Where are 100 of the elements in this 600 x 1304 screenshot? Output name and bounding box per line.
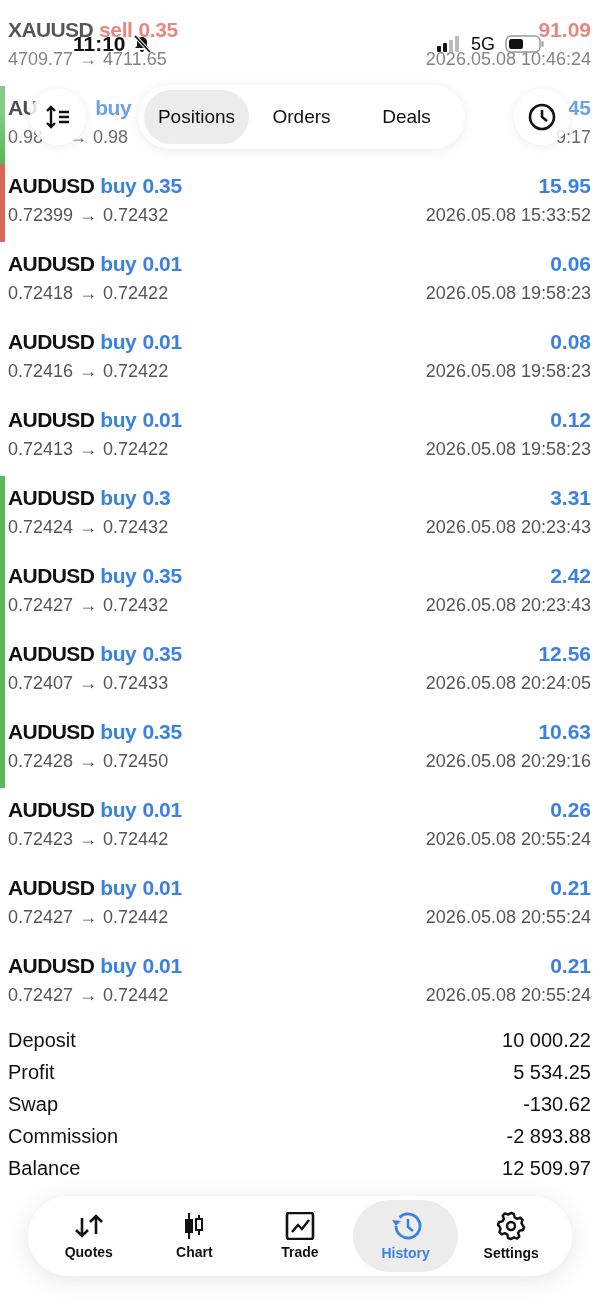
deal-type: buy bbox=[100, 252, 137, 276]
arrow: → bbox=[79, 282, 98, 304]
open-price: 0.72413 bbox=[8, 438, 74, 460]
open-price: 0.72424 bbox=[8, 516, 74, 538]
arrow: → bbox=[79, 594, 98, 616]
deal-time: 2026.05.08 19:58:23 bbox=[425, 282, 591, 304]
sort-icon bbox=[45, 105, 71, 129]
summary-label: Commission bbox=[8, 1124, 119, 1148]
deal-time: 9:17 bbox=[555, 126, 591, 148]
profit: 10.63 bbox=[538, 720, 591, 744]
volume: 0.01 bbox=[142, 408, 182, 432]
deal-type: buy bbox=[100, 720, 137, 744]
signal-icon bbox=[437, 36, 461, 52]
symbol: AUDUSD bbox=[8, 954, 95, 978]
volume: 0.35 bbox=[138, 18, 178, 42]
deal-time: 2026.05.08 19:58:23 bbox=[425, 438, 591, 460]
symbol: AUDUSD bbox=[8, 876, 95, 900]
profit: 3.31 bbox=[550, 486, 591, 510]
symbol: AUDUSD bbox=[8, 642, 95, 666]
volume: 0.01 bbox=[142, 330, 182, 354]
profit: 0.26 bbox=[550, 798, 591, 822]
summary-value: 10 000.22 bbox=[502, 1029, 591, 1053]
open-price: 0.72427 bbox=[8, 984, 74, 1006]
close-price: 0.98 bbox=[93, 126, 129, 148]
line-chart-icon bbox=[285, 1212, 315, 1240]
volume: 0.01 bbox=[142, 252, 182, 276]
history-icon bbox=[389, 1211, 422, 1241]
close-price: 0.72433 bbox=[103, 672, 169, 694]
volume: 0.01 bbox=[142, 954, 182, 978]
arrow: → bbox=[79, 360, 98, 382]
summary-value: -130.62 bbox=[523, 1093, 591, 1116]
deal-time: 2026.05.08 15:33:52 bbox=[425, 204, 591, 226]
open-price: 0.98 bbox=[8, 126, 44, 148]
close-price: 0.72422 bbox=[103, 282, 169, 304]
deal-time: 2026.05.08 20:23:43 bbox=[425, 594, 591, 616]
volume: 0.01 bbox=[142, 876, 182, 900]
close-price: 0.72450 bbox=[103, 750, 169, 772]
summary-value: 12 509.97 bbox=[502, 1156, 591, 1180]
open-price: 0.72427 bbox=[8, 906, 74, 928]
open-price: 0.72428 bbox=[8, 750, 74, 772]
profit: 15.95 bbox=[538, 174, 591, 198]
deal-type: buy bbox=[100, 408, 137, 432]
nav-tab[interactable]: Settings bbox=[458, 1200, 564, 1272]
deal-time: 2026.05.08 20:23:43 bbox=[425, 516, 591, 538]
arrow: → bbox=[79, 984, 98, 1006]
symbol: AUDUSD bbox=[8, 486, 95, 510]
profit: 91.09 bbox=[538, 18, 591, 42]
symbol: AUDUSD bbox=[8, 798, 95, 822]
volume: 0.35 bbox=[142, 564, 182, 588]
volume: 0.01 bbox=[142, 798, 182, 822]
arrow: → bbox=[79, 204, 98, 226]
nav-tab[interactable]: Trade bbox=[247, 1200, 353, 1272]
deal-time: 2026.05.08 20:55:24 bbox=[425, 828, 591, 850]
nav-tab[interactable]: Chart bbox=[141, 1200, 248, 1272]
volume: 0.35 bbox=[142, 720, 182, 744]
deal-type: buy bbox=[100, 564, 137, 588]
deal-time: 2026.05.08 20:29:16 bbox=[425, 750, 591, 772]
deal-type: buy bbox=[100, 486, 137, 510]
summary-label: Swap bbox=[8, 1093, 59, 1116]
summary-label: Deposit bbox=[8, 1029, 76, 1053]
tab[interactable]: Positions bbox=[144, 90, 249, 144]
close-price: 0.72432 bbox=[103, 594, 169, 616]
arrow: → bbox=[79, 438, 98, 460]
symbol: AUDUSD bbox=[8, 330, 95, 354]
deal-time: 2026.05.08 20:55:24 bbox=[425, 984, 591, 1006]
clock-icon bbox=[527, 102, 557, 132]
volume: 0.35 bbox=[142, 642, 182, 666]
symbol: AUDUSD bbox=[8, 408, 95, 432]
nav-tab[interactable]: Quotes bbox=[36, 1200, 142, 1272]
open-price: 0.72416 bbox=[8, 360, 74, 382]
arrow: → bbox=[69, 126, 88, 148]
symbol: AUDUSD bbox=[8, 720, 95, 744]
volume: 0.3 bbox=[142, 486, 171, 510]
close-price: 0.72432 bbox=[103, 204, 169, 226]
arrow: → bbox=[79, 828, 98, 850]
arrow: → bbox=[79, 672, 98, 694]
summary-value: -2 893.88 bbox=[506, 1124, 591, 1148]
arrow: → bbox=[79, 750, 98, 772]
deal-type: buy bbox=[100, 954, 137, 978]
symbol: AUDUSD bbox=[8, 174, 95, 198]
symbol: AU bbox=[8, 96, 38, 120]
profit: 45 bbox=[567, 96, 591, 120]
arrow: → bbox=[79, 906, 98, 928]
deal-time: 2026.05.08 19:58:23 bbox=[425, 360, 591, 382]
open-price: 4709.77 bbox=[8, 48, 74, 70]
summary-label: Balance bbox=[8, 1156, 81, 1180]
close-price: 0.72442 bbox=[103, 828, 169, 850]
close-price: 0.72432 bbox=[103, 516, 169, 538]
summary-value: 5 534.25 bbox=[513, 1061, 591, 1085]
deal-type: buy bbox=[100, 798, 137, 822]
open-price: 0.72407 bbox=[8, 672, 74, 694]
arrow: → bbox=[79, 516, 98, 538]
close-price: 0.72422 bbox=[103, 438, 169, 460]
profit: 0.08 bbox=[550, 330, 591, 354]
open-price: 0.72427 bbox=[8, 594, 74, 616]
open-price: 0.72423 bbox=[8, 828, 74, 850]
open-price: 0.72399 bbox=[8, 204, 74, 226]
tab[interactable]: Orders bbox=[249, 90, 354, 144]
summary-label: Profit bbox=[8, 1061, 55, 1085]
tab[interactable]: Deals bbox=[354, 90, 459, 144]
